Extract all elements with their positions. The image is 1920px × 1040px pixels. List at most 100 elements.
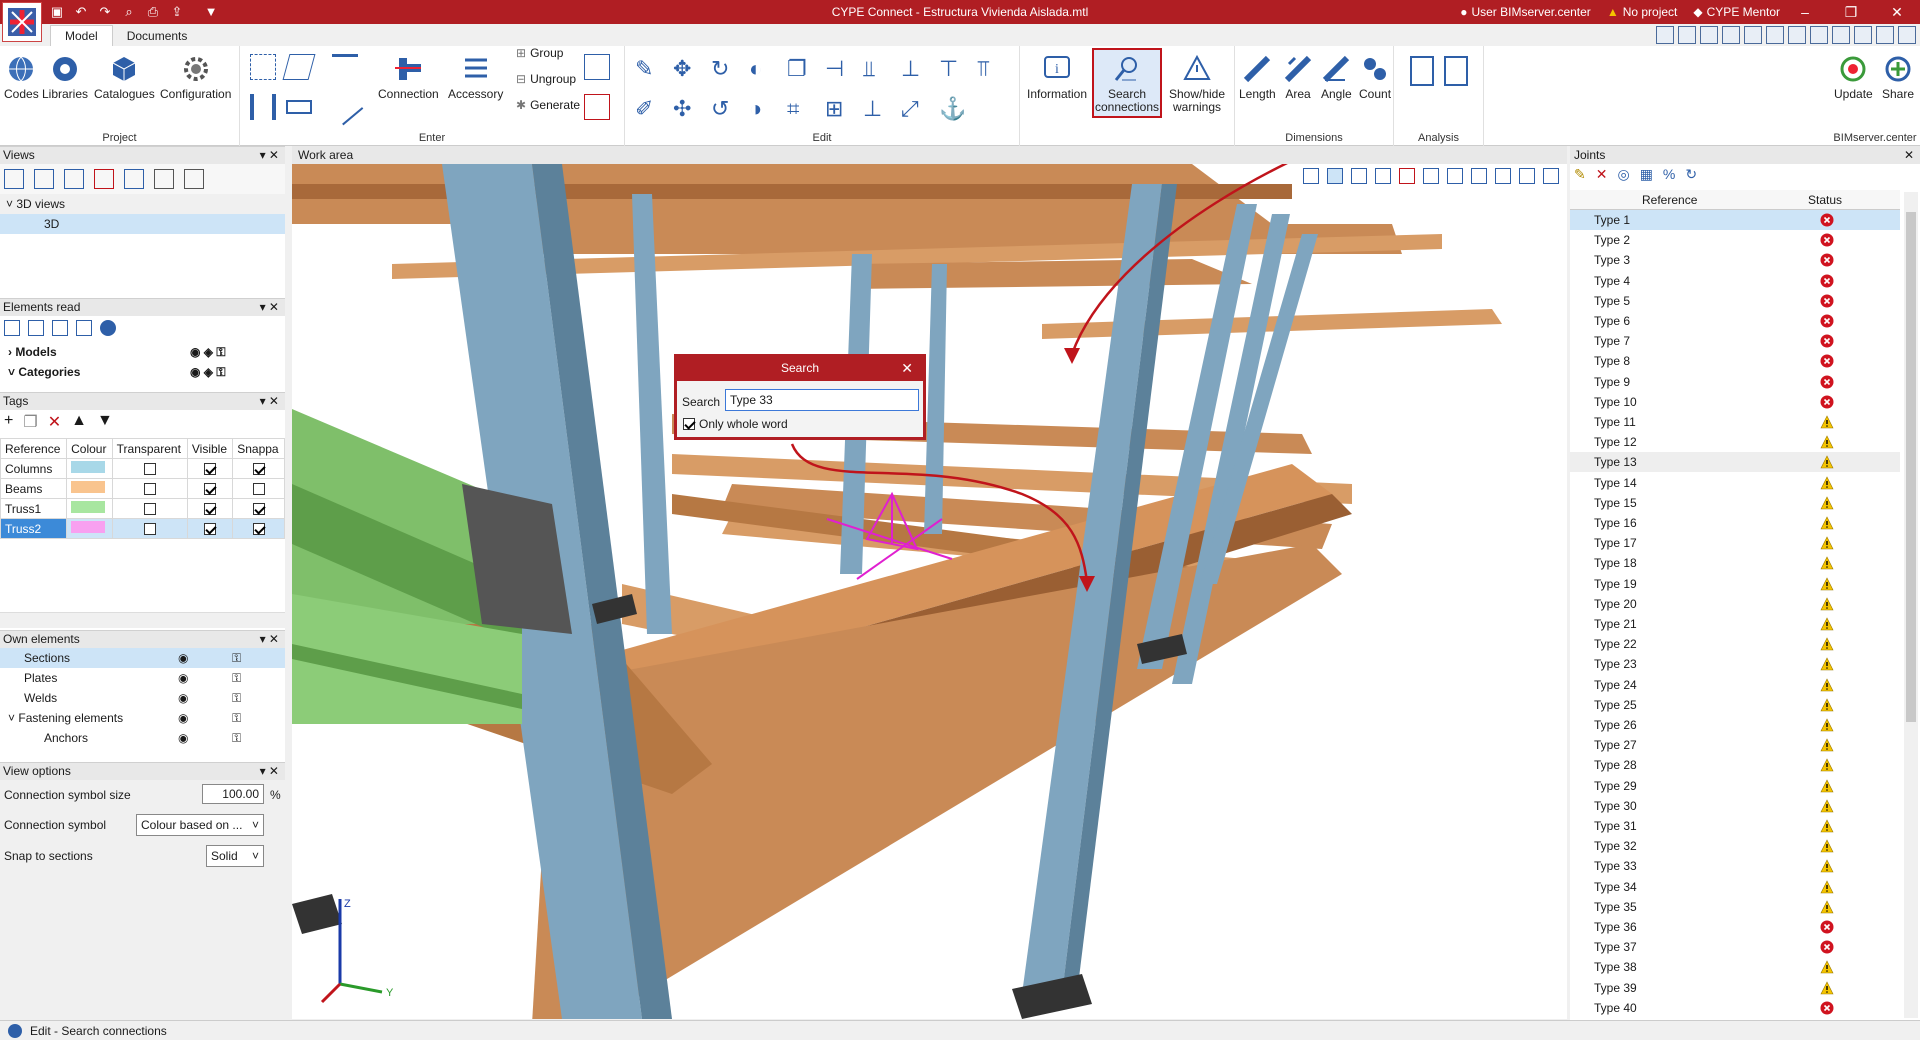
joint-row[interactable]: Type 25 (1570, 695, 1900, 715)
visibility-icon[interactable]: ◉ ◈ ⚿ (190, 342, 226, 362)
catalogues-button[interactable]: Catalogues (94, 54, 155, 101)
stretch-icon[interactable]: ✣ (673, 96, 699, 122)
share-button[interactable]: Share (1882, 54, 1914, 101)
beam-tool-icon[interactable] (286, 100, 312, 114)
move-up-icon[interactable]: ▲ (71, 412, 87, 432)
tree-sections[interactable]: Sections ◉ ⚿ (0, 648, 285, 668)
base-plate-icon[interactable]: ⊥ (863, 96, 889, 122)
edit-icon[interactable]: ✎ (1574, 166, 1586, 183)
close-icon[interactable]: ✕ (1874, 0, 1920, 24)
joint-row[interactable]: Type 9 (1570, 372, 1900, 392)
joint-row[interactable]: Type 18 (1570, 553, 1900, 573)
panel-controls[interactable]: ▾ ✕ (260, 147, 279, 164)
view-tool-icon[interactable] (1766, 26, 1784, 44)
tree-3d-views[interactable]: ˅ 3D views (0, 194, 285, 214)
export-icon[interactable]: ⇪ (168, 3, 186, 21)
tag-row[interactable]: Columns (0, 458, 285, 479)
visibility-icon[interactable]: ◉ ◈ ⚿ (190, 362, 226, 382)
tag-visible[interactable] (186, 478, 234, 499)
move-icon[interactable]: ✥ (673, 56, 699, 82)
tag-snap[interactable] (232, 518, 285, 539)
restore-icon[interactable]: ❐ (1828, 0, 1874, 24)
search-connections-button[interactable]: Search connections (1092, 48, 1162, 118)
camera-icon[interactable] (154, 169, 174, 189)
joint-row[interactable]: Type 15 (1570, 493, 1900, 513)
joint-row[interactable]: Type 26 (1570, 715, 1900, 735)
minimize-icon[interactable]: – (1782, 0, 1828, 24)
calculator-icon[interactable] (1410, 56, 1434, 86)
tree-welds[interactable]: Welds ◉ ⚿ (0, 688, 285, 708)
joint-row[interactable]: Type 32 (1570, 836, 1900, 856)
grid-icon[interactable] (52, 320, 68, 336)
axis-view-icon[interactable] (1303, 168, 1319, 184)
tag-colour[interactable] (66, 478, 113, 499)
mirror-icon[interactable]: ◐ (749, 56, 775, 82)
joint-row[interactable]: Type 14 (1570, 473, 1900, 493)
visibility-icon[interactable]: ◉ (178, 688, 188, 708)
link-icon[interactable] (76, 320, 92, 336)
visibility-icon[interactable]: ◉ (178, 668, 188, 688)
delete-icon[interactable]: ✕ (1596, 166, 1608, 183)
joint-row[interactable]: Type 30 (1570, 796, 1900, 816)
tag-transparent[interactable] (111, 498, 188, 519)
tag-colour[interactable] (66, 518, 113, 539)
camera-settings-icon[interactable] (184, 169, 204, 189)
profile-tool-icon[interactable] (332, 54, 358, 80)
search-icon[interactable]: ⌕ (120, 3, 138, 21)
joint-row[interactable]: Type 10 (1570, 392, 1900, 412)
3d-viewport[interactable]: Z Y (292, 164, 1567, 1019)
tag-transparent[interactable] (111, 458, 188, 479)
close-icon[interactable]: ✕ (901, 357, 913, 379)
view-tool-icon[interactable] (1832, 26, 1850, 44)
accessory-button[interactable]: Accessory (448, 54, 503, 101)
plane-tool-icon[interactable] (282, 54, 316, 80)
copy-icon[interactable]: ❐ (23, 412, 37, 432)
joint-row[interactable]: Type 40 (1570, 998, 1900, 1018)
tag-colour[interactable] (66, 458, 113, 479)
section-icon[interactable] (1423, 168, 1439, 184)
joint-row[interactable]: Type 5 (1570, 291, 1900, 311)
search-input[interactable]: Type 33 (725, 389, 919, 411)
view-icon[interactable] (64, 169, 84, 189)
tag-row[interactable]: Beams (0, 478, 285, 499)
joint-row[interactable]: Type 31 (1570, 816, 1900, 836)
visibility-icon[interactable]: ◉ (178, 708, 188, 728)
delete-joint-icon[interactable] (584, 94, 610, 120)
tag-snap[interactable] (232, 458, 285, 479)
rotate-copy-icon[interactable]: ↺ (711, 96, 737, 122)
add-joint-icon[interactable] (584, 54, 610, 80)
erase-icon[interactable]: ✐ (635, 96, 661, 122)
brace-tool-icon[interactable] (326, 88, 364, 126)
scrollbar-thumb[interactable] (1906, 212, 1916, 722)
tag-row[interactable]: Truss1 (0, 498, 285, 519)
delete-view-icon[interactable] (94, 169, 114, 189)
tab-documents[interactable]: Documents (113, 26, 202, 46)
joint-row[interactable]: Type 12 (1570, 432, 1900, 452)
save-icon[interactable]: ▣ (48, 3, 66, 21)
joint-row[interactable]: Type 36 (1570, 917, 1900, 937)
view-tool-icon[interactable] (1810, 26, 1828, 44)
joint-row[interactable]: Type 6 (1570, 311, 1900, 331)
lock-icon[interactable]: ⚿ (232, 668, 241, 688)
tag-row[interactable]: Truss2 (0, 518, 285, 539)
view-tool-icon[interactable] (1700, 26, 1718, 44)
tree-anchors[interactable]: Anchors ◉ ⚿ (0, 728, 285, 748)
anchor-icon[interactable] (1375, 168, 1391, 184)
joint-row[interactable]: Type 4 (1570, 271, 1900, 291)
undo-icon[interactable]: ↶ (72, 3, 90, 21)
panel-controls[interactable]: ▾ ✕ (260, 631, 279, 648)
configuration-button[interactable]: Configuration (160, 54, 231, 101)
view-tool-icon[interactable] (1722, 26, 1740, 44)
copy-icon[interactable]: ❐ (787, 56, 813, 82)
offset-icon[interactable]: ⤢ (901, 96, 927, 122)
joint-row[interactable]: Type 7 (1570, 331, 1900, 351)
tab-model[interactable]: Model (50, 25, 113, 46)
tag-colour[interactable] (66, 498, 113, 519)
axis-icon[interactable] (124, 169, 144, 189)
add-icon[interactable]: + (4, 412, 13, 432)
grid-icon[interactable] (28, 320, 44, 336)
connection-symbol-select[interactable]: Colour based on ... ˅ (136, 814, 264, 836)
view-tool-icon[interactable] (1678, 26, 1696, 44)
tag-visible[interactable] (186, 458, 234, 479)
area-button[interactable]: Area (1283, 54, 1313, 101)
